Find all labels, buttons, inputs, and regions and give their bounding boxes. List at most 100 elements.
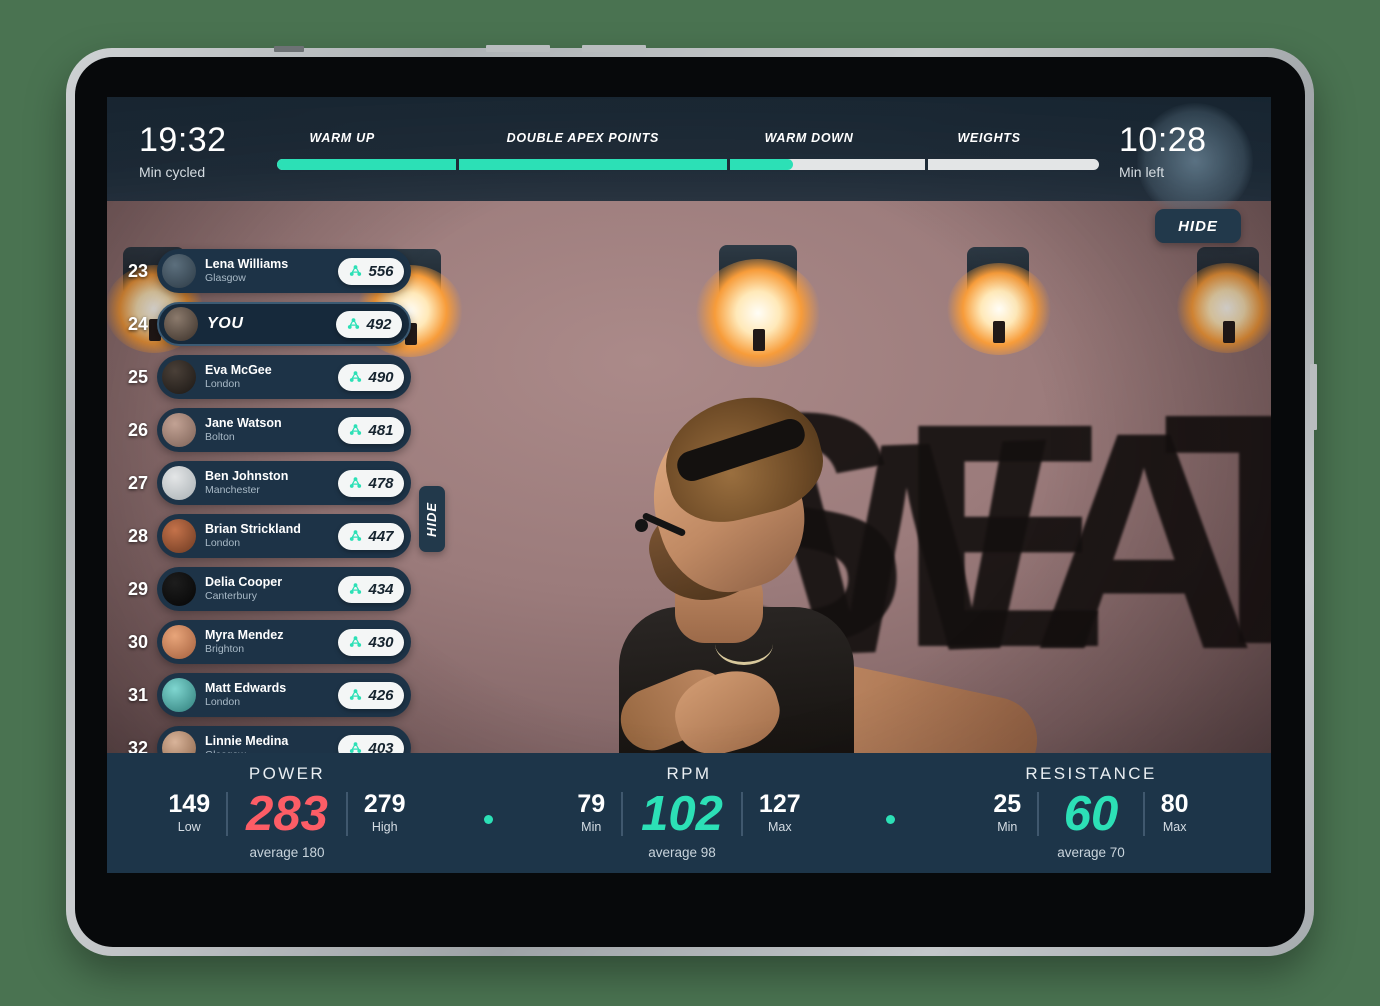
- progress-segment-fill: [277, 159, 456, 170]
- segment-label: WEIGHTS: [957, 131, 1021, 145]
- metric-main-stat: 102 average 98: [625, 790, 739, 860]
- metric-low-stat-label: Min: [997, 820, 1018, 835]
- leaderboard-score-pill: 492: [336, 310, 402, 338]
- segment-label: WARM DOWN: [764, 131, 854, 145]
- leaderboard-rank: 27: [127, 472, 149, 493]
- leaderboard-score-pill: 430: [338, 628, 404, 656]
- leaderboard-row[interactable]: 26 Jane Watson Bolton 481: [119, 408, 411, 452]
- segment-label-row: WARM UP DOUBLE APEX POINTS WARM DOWN WEIGHT…: [277, 131, 1099, 151]
- cluster-icon: [350, 476, 362, 488]
- hide-header-button[interactable]: HIDE: [1155, 209, 1241, 243]
- metric-divider: [226, 792, 229, 837]
- volume-up-button[interactable]: [486, 45, 550, 52]
- leaderboard-card[interactable]: Ben Johnston Manchester 478: [157, 461, 411, 505]
- leaderboard-score-value: 490: [368, 368, 394, 386]
- metric-title: RESISTANCE: [1025, 764, 1157, 783]
- leaderboard-card[interactable]: Matt Edwards London 426: [157, 673, 411, 717]
- metric-high-stat-value: 279: [363, 790, 406, 819]
- class-progress[interactable]: WARM UP DOUBLE APEX POINTS WARM DOWN WEIGHT…: [277, 131, 1100, 187]
- progress-segment[interactable]: [277, 159, 456, 170]
- hide-header-label: HIDE: [1178, 217, 1218, 235]
- leaderboard-card[interactable]: Delia Cooper Canterbury 434: [157, 567, 411, 611]
- metric-average: average 70: [1057, 844, 1125, 860]
- progress-segment-fill: [730, 159, 793, 170]
- remaining-time-value: 10:28: [1119, 121, 1207, 159]
- leaderboard-row[interactable]: 29 Delia Cooper Canterbury 434: [119, 567, 411, 611]
- leaderboard-score-value: 492: [366, 315, 392, 333]
- metric-divider: [1037, 792, 1040, 837]
- metric-divider: [621, 792, 624, 837]
- leaderboard-row[interactable]: 24 YOU 492: [119, 302, 411, 346]
- leaderboard-card[interactable]: Brian Strickland London 447: [157, 514, 411, 558]
- progress-segment[interactable]: [458, 159, 728, 170]
- leaderboard-card-you[interactable]: YOU 492: [157, 302, 411, 346]
- leaderboard-row[interactable]: 30 Myra Mendez Brighton 430: [119, 620, 411, 664]
- cluster-icon: [350, 423, 362, 435]
- leaderboard-rider-name: Eva McGee: [205, 363, 272, 378]
- avatar: [162, 625, 196, 659]
- metric-high-stat: 127 Max: [745, 792, 815, 835]
- metric-dot-separator: [869, 753, 911, 873]
- metric-high-stat-label: High: [371, 820, 398, 835]
- metric-row: 149 Low 283 average 180 279 High: [154, 790, 419, 860]
- metric-high-stat-label: Max: [1162, 820, 1187, 835]
- progress-segment[interactable]: [730, 159, 926, 170]
- leaderboard-row[interactable]: 28 Brian Strickland London 447: [119, 514, 411, 558]
- progress-track[interactable]: [277, 159, 1100, 170]
- leaderboard-rider-name: Delia Cooper: [205, 575, 283, 590]
- leaderboard-card[interactable]: Jane Watson Bolton 481: [157, 408, 411, 452]
- hide-leaderboard-button[interactable]: HIDE: [419, 486, 445, 552]
- metric-high-stat-label: Max: [767, 820, 792, 835]
- leaderboard-rider-city: London: [205, 537, 241, 550]
- avatar: [162, 413, 196, 447]
- metric-low-stat-value: 25: [993, 790, 1022, 819]
- leaderboard-rider-info: Delia Cooper Canterbury: [205, 575, 338, 602]
- metric-divider: [740, 792, 743, 837]
- metric-row: 79 Min 102 average 98 127 Max: [563, 790, 815, 860]
- leaderboard-score-value: 434: [368, 580, 394, 598]
- metric-main-value: 60: [1063, 787, 1119, 842]
- metric-high-stat-value: 80: [1160, 790, 1189, 819]
- leaderboard-rank: 28: [127, 525, 149, 546]
- leaderboard-row[interactable]: 27 Ben Johnston Manchester 478: [119, 461, 411, 505]
- leaderboard-card[interactable]: Lena Williams Glasgow 556: [157, 249, 411, 293]
- metric-row: 25 Min 60 average 70 80 Max: [979, 787, 1203, 860]
- device-camera: [274, 46, 304, 52]
- leaderboard-rank: 31: [127, 684, 149, 705]
- leaderboard-rider-city: Brighton: [205, 643, 245, 656]
- leaderboard-rider-city: Manchester: [205, 484, 260, 497]
- tablet-device-frame: S W E A T O: [66, 45, 1317, 956]
- power-button[interactable]: [1310, 364, 1317, 430]
- leaderboard-rider-name: Linnie Medina: [205, 734, 289, 749]
- metric-group-rpm: RPM 79 Min 102 average 98 127 Max: [509, 753, 869, 873]
- device-bezel: S W E A T O: [75, 57, 1305, 947]
- segment-label: WARM UP: [309, 131, 375, 145]
- leaderboard-rank: 29: [127, 578, 149, 599]
- remaining-timer: 10:28 Min left: [1119, 123, 1241, 180]
- leaderboard-rider-info: Matt Edwards London: [205, 681, 338, 708]
- avatar: [164, 307, 198, 341]
- leaderboard-score-pill: 434: [338, 575, 404, 603]
- volume-down-button[interactable]: [582, 45, 646, 52]
- metric-group-resistance: RESISTANCE 25 Min 60 average 70 80 Max: [911, 753, 1271, 873]
- metric-divider: [345, 792, 348, 837]
- leaderboard-rider-name: Jane Watson: [205, 416, 282, 431]
- cluster-icon: [350, 582, 362, 594]
- leaderboard-list[interactable]: 23 Lena Williams Glasgow 556 24 YOU 492 25 Eva…: [119, 249, 411, 779]
- leaderboard-row[interactable]: 23 Lena Williams Glasgow 556: [119, 249, 411, 293]
- metric-divider: [1142, 792, 1145, 837]
- leaderboard-rank: 25: [127, 366, 149, 387]
- leaderboard-card[interactable]: Myra Mendez Brighton 430: [157, 620, 411, 664]
- leaderboard-card[interactable]: Eva McGee London 490: [157, 355, 411, 399]
- leaderboard-row[interactable]: 25 Eva McGee London 490: [119, 355, 411, 399]
- elapsed-timer: 19:32 Min cycled: [139, 123, 259, 180]
- progress-segment[interactable]: [928, 159, 1100, 170]
- metric-main-stat: 60 average 70: [1041, 787, 1141, 860]
- cluster-icon: [350, 529, 362, 541]
- app-screen: S W E A T O: [107, 97, 1271, 873]
- leaderboard-row[interactable]: 31 Matt Edwards London 426: [119, 673, 411, 717]
- leaderboard-score-value: 481: [368, 421, 394, 439]
- metric-high-stat: 80 Max: [1147, 790, 1203, 835]
- leaderboard-score-pill: 490: [338, 363, 404, 391]
- metric-average: average 98: [648, 844, 716, 860]
